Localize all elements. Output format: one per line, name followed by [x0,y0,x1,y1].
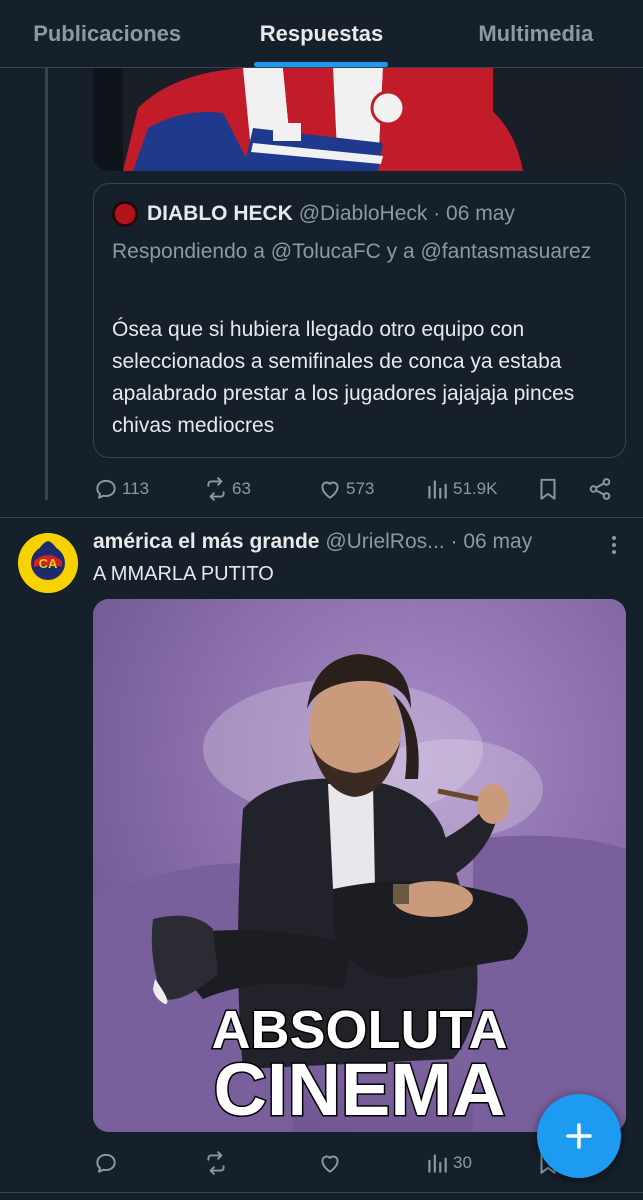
quoted-avatar[interactable] [112,201,138,227]
like-icon [321,481,339,499]
author-handle[interactable]: @UrielRos... [325,530,444,553]
views-icon [428,480,447,499]
active-tab-indicator [254,62,389,67]
repost-button[interactable]: 63 [203,472,251,506]
like-icon [321,1155,339,1173]
quoted-author-handle[interactable]: @DiabloHeck [299,202,428,225]
club-america-logo: CA [18,533,78,593]
repost-icon [207,477,225,501]
tab-multimedia[interactable]: Multimedia [429,0,643,67]
like-button-2[interactable] [317,1146,346,1180]
svg-text:CA: CA [39,556,58,571]
like-button[interactable]: 573 [317,472,374,506]
tweet-date: · 06 may [450,530,533,553]
share-button[interactable] [587,472,616,506]
bookmark-icon [540,478,556,500]
views-button-2[interactable]: 30 [424,1146,472,1180]
tweet1-actions: 113 63 573 51.9K [93,472,626,506]
quoted-author-name[interactable]: DIABLO HECK [147,202,293,225]
reply-button[interactable]: 113 [93,472,149,506]
author-name[interactable]: américa el más grande [93,530,319,553]
quoted-date: · 06 may [433,202,515,225]
views-icon [428,1154,447,1173]
tab-respuestas-label: Respuestas [259,21,384,46]
views-count-2: 30 [453,1153,472,1172]
like-count: 573 [346,479,375,498]
tab-publicaciones[interactable]: Publicaciones [0,0,214,67]
share-icon [589,478,611,500]
quoted-tweet[interactable]: DIABLO HECK @DiabloHeck · 06 may Respond… [93,183,626,458]
tweet2-header: américa el más grande @UrielRos... · 06 … [93,530,532,554]
more-icon [612,536,616,554]
compose-button[interactable] [537,1094,621,1178]
tweet-image[interactable]: ABSOLUTA CINEMA [93,599,626,1132]
views-button[interactable]: 51.9K [424,472,497,506]
tweet-divider [0,517,643,518]
repost-count: 63 [232,479,251,498]
quoted-header: DIABLO HECK @DiabloHeck · 06 may [147,202,515,226]
tweet-text: A MMARLA PUTITO [93,563,274,585]
quoted-replying-to: Respondiendo a @TolucaFC y a @fantasmasu… [112,240,592,263]
thread-connector-line [45,68,48,500]
reply-count: 113 [122,479,150,498]
profile-tabs: Publicaciones Respuestas Multimedia [0,0,643,68]
tweet-divider-bottom [0,1192,643,1193]
more-options-button[interactable] [605,532,623,558]
bookmark-button[interactable] [535,472,564,506]
jersey-photo [93,68,626,171]
reply-icon [96,479,116,499]
views-count: 51.9K [453,479,498,498]
compose-plus-icon [566,1123,592,1149]
repost-icon [207,1151,225,1175]
repost-button-2[interactable] [203,1146,232,1180]
tab-respuestas[interactable]: Respuestas [214,0,428,67]
tweet-image-top[interactable] [93,68,626,171]
reply-button-2[interactable] [93,1146,122,1180]
quoted-text: Ósea que si hubiera llegado otro equipo … [112,318,575,437]
reply-icon [96,1153,116,1173]
author-avatar[interactable]: CA [18,533,78,593]
